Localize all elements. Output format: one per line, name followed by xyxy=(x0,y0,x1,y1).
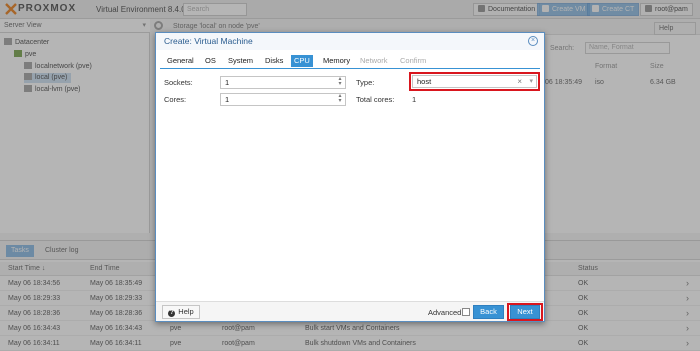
chevron-down-icon[interactable]: ▾ xyxy=(529,76,533,87)
help-button[interactable]: ? Help xyxy=(162,305,200,319)
question-icon: ? xyxy=(168,310,176,317)
cpu-type-select[interactable]: host × ▾ xyxy=(412,75,537,88)
type-value: host xyxy=(417,77,432,86)
clear-icon[interactable]: × xyxy=(517,76,522,87)
advanced-label: Advanced xyxy=(428,308,462,317)
tab-cpu[interactable]: CPU xyxy=(291,55,313,67)
create-vm-dialog: Create: Virtual Machine × General OS Sys… xyxy=(155,32,545,322)
help-button-label: Help xyxy=(178,307,194,316)
total-cores-label: Total cores: xyxy=(356,95,395,104)
sockets-field[interactable]: 1 ▴ ▾ xyxy=(220,76,346,89)
spinner-icon[interactable]: ▴ ▾ xyxy=(337,76,343,87)
back-button[interactable]: Back xyxy=(473,305,504,319)
dialog-title: Create: Virtual Machine xyxy=(156,33,544,50)
total-cores-value: 1 xyxy=(412,95,417,104)
sockets-label: Sockets: xyxy=(164,78,193,87)
close-icon[interactable]: × xyxy=(528,36,538,46)
type-label: Type: xyxy=(356,78,375,87)
tab-system[interactable]: System xyxy=(225,55,256,67)
tab-divider xyxy=(160,68,540,69)
dialog-footer: ? Help Advanced Back Next xyxy=(156,301,544,321)
cores-value: 1 xyxy=(225,95,230,104)
tab-os[interactable]: OS xyxy=(202,55,219,67)
advanced-checkbox[interactable] xyxy=(462,308,470,316)
tab-confirm: Confirm xyxy=(400,56,427,65)
next-button[interactable]: Next xyxy=(510,305,540,319)
cores-label: Cores: xyxy=(164,95,187,104)
tab-general[interactable]: General xyxy=(164,55,197,67)
tab-disks[interactable]: Disks xyxy=(262,55,286,67)
sockets-value: 1 xyxy=(225,78,230,87)
tab-memory[interactable]: Memory xyxy=(320,55,353,67)
spinner-icon[interactable]: ▴ ▾ xyxy=(337,93,343,104)
tab-network: Network xyxy=(360,56,388,65)
cores-field[interactable]: 1 ▴ ▾ xyxy=(220,93,346,106)
